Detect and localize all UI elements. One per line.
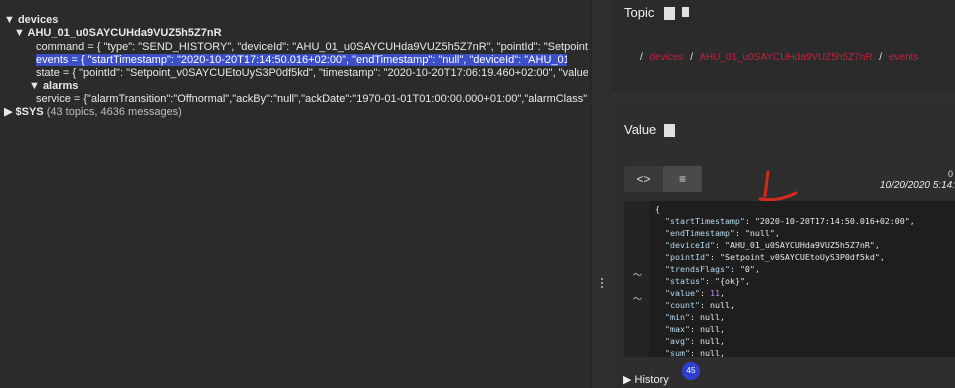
json-content: { "startTimestamp": "2020-10-20T17:14:50… bbox=[655, 203, 915, 357]
history-toggle[interactable]: ▶ History bbox=[623, 373, 669, 386]
trend-icon[interactable]: 〜 bbox=[633, 268, 642, 281]
timestamp-fragment: 0 bbox=[947, 169, 953, 179]
topic-tree-panel: ▼ devices ▼ AHU_01_u0SAYCUHda9VUZ5h5Z7nR… bbox=[0, 0, 591, 388]
json-value: null bbox=[699, 312, 720, 322]
json-value: "AHU_01_u0SAYCUHda9VUZ5h5Z7nR" bbox=[724, 240, 875, 250]
json-line: "deviceId": "AHU_01_u0SAYCUHda9VUZ5h5Z7n… bbox=[665, 240, 880, 250]
json-key: "startTimestamp" bbox=[665, 216, 745, 226]
code-view-button[interactable]: <> bbox=[624, 166, 663, 192]
json-key: "value" bbox=[665, 288, 700, 298]
json-key: "max" bbox=[665, 324, 690, 334]
json-key: "deviceId" bbox=[665, 240, 715, 250]
json-line: "sum": null, bbox=[665, 348, 725, 357]
formatted-view-button[interactable]: ≡ bbox=[663, 166, 702, 192]
tree-node-device[interactable]: ▼ AHU_01_u0SAYCUHda9VUZ5h5Z7nR bbox=[14, 27, 222, 39]
sys-meta: (43 topics, 4636 messages) bbox=[46, 106, 182, 118]
details-panel: Topic / devices / AHU_01_u0SAYCUHda9VUZ5… bbox=[612, 0, 955, 388]
json-key: "endTimestamp" bbox=[665, 228, 735, 238]
json-value: "0" bbox=[739, 264, 755, 274]
json-value: "null" bbox=[744, 228, 775, 238]
value-title: Value bbox=[624, 122, 657, 137]
breadcrumb-events[interactable]: events bbox=[889, 52, 918, 63]
json-key: "pointId" bbox=[665, 252, 710, 262]
json-key: "count" bbox=[665, 300, 700, 310]
json-value: null bbox=[699, 336, 720, 346]
json-value: null bbox=[709, 300, 730, 310]
json-key: "trendsFlags" bbox=[665, 264, 730, 274]
tree-node-service[interactable]: service = {"alarmTransition":"Offnormal"… bbox=[36, 93, 588, 105]
topic-breadcrumb: / devices / AHU_01_u0SAYCUHda9VUZ5h5Z7nR… bbox=[636, 52, 918, 63]
copy-value-icon[interactable] bbox=[664, 124, 675, 137]
json-line: "max": null, bbox=[665, 324, 725, 334]
json-value: "{ok}" bbox=[714, 276, 745, 286]
json-key: "min" bbox=[665, 312, 690, 322]
json-value: "Setpoint_v0SAYCUEtoUyS3P0df5kd" bbox=[719, 252, 880, 262]
tree-node-command[interactable]: command = { "type": "SEND_HISTORY", "dev… bbox=[36, 41, 588, 53]
tree-node-devices[interactable]: ▼ devices bbox=[4, 14, 58, 26]
json-line: "avg": null, bbox=[665, 336, 725, 346]
message-timestamp: 10/20/2020 5:14: bbox=[879, 180, 955, 191]
breadcrumb-separator: / bbox=[879, 52, 883, 63]
json-line: "trendsFlags": "0", bbox=[665, 264, 760, 274]
view-mode-toggle[interactable]: <> ≡ bbox=[624, 166, 702, 192]
breadcrumb-device[interactable]: AHU_01_u0SAYCUHda9VUZ5h5Z7nR bbox=[699, 52, 872, 63]
red-annotation-mark bbox=[758, 170, 798, 202]
json-line: "min": null, bbox=[665, 312, 725, 322]
tree-node-sys[interactable]: ▶ $SYS (43 topics, 4636 messages) bbox=[4, 106, 182, 118]
json-key: "sum" bbox=[665, 348, 690, 357]
tree-node-events-selected[interactable]: events = { "startTimestamp": "2020-10-20… bbox=[36, 54, 567, 66]
json-line: "value": 11, bbox=[665, 288, 725, 298]
trend-icon[interactable]: 〜 bbox=[633, 292, 642, 305]
history-count-badge: 45 bbox=[682, 362, 700, 380]
topic-title: Topic bbox=[624, 5, 655, 20]
json-value: "2020-10-20T17:14:50.016+02:00" bbox=[754, 216, 910, 226]
sys-label: ▶ $SYS bbox=[4, 106, 44, 118]
json-line: "pointId": "Setpoint_v0SAYCUEtoUyS3P0df5… bbox=[665, 252, 885, 262]
copy-topic-icon[interactable] bbox=[664, 7, 675, 20]
json-key: "avg" bbox=[665, 336, 690, 346]
drag-handle-icon bbox=[601, 278, 603, 290]
json-value: null bbox=[699, 324, 720, 334]
breadcrumb-separator: / bbox=[690, 52, 694, 63]
topic-section: Topic / devices / AHU_01_u0SAYCUHda9VUZ5… bbox=[612, 0, 955, 92]
json-viewer: 〜 〜 { "startTimestamp": "2020-10-20T17:1… bbox=[624, 201, 955, 357]
json-value: null bbox=[699, 348, 720, 357]
json-line: "status": "{ok}", bbox=[665, 276, 750, 286]
json-line: "count": null, bbox=[665, 300, 735, 310]
json-line: "endTimestamp": "null", bbox=[665, 228, 780, 238]
json-line: { bbox=[655, 204, 660, 214]
delete-topic-icon[interactable] bbox=[682, 7, 689, 17]
json-key: "status" bbox=[665, 276, 705, 286]
breadcrumb-devices[interactable]: devices bbox=[650, 52, 684, 63]
breadcrumb-separator: / bbox=[640, 52, 643, 63]
json-value: 11 bbox=[709, 288, 720, 298]
panel-splitter[interactable] bbox=[591, 0, 612, 388]
tree-node-state[interactable]: state = { "pointId": "Setpoint_v0SAYCUEt… bbox=[36, 67, 588, 79]
json-line: "startTimestamp": "2020-10-20T17:14:50.0… bbox=[665, 216, 915, 226]
tree-node-alarms[interactable]: ▼ alarms bbox=[29, 80, 78, 92]
